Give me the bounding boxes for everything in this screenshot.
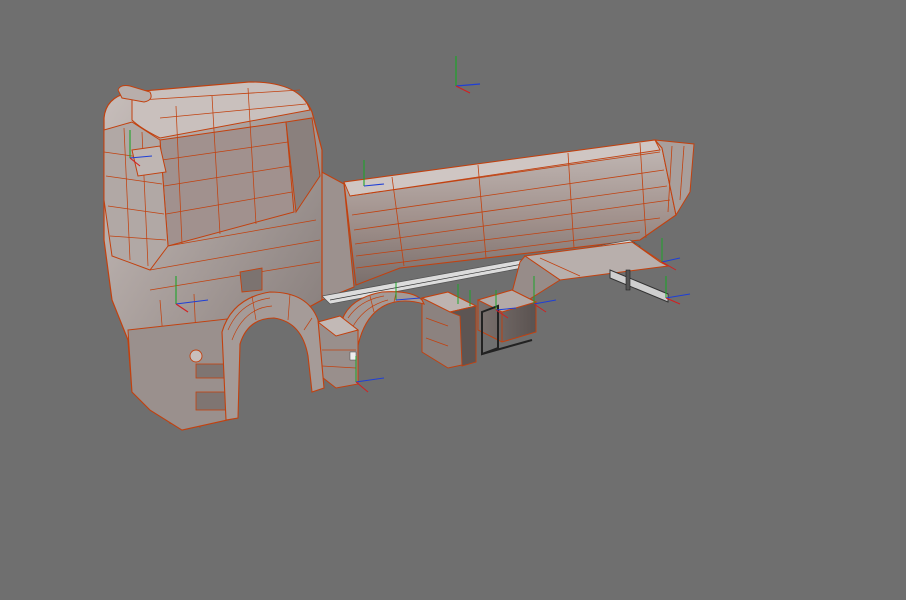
side-box-mesh[interactable] — [420, 291, 478, 369]
rear-axle-gizmo — [661, 238, 691, 305]
dump-bed-mesh[interactable] — [317, 139, 695, 305]
step-box-mesh[interactable] — [316, 315, 360, 389]
front-wheel-arch-mesh[interactable] — [221, 291, 325, 421]
cab-mesh[interactable] — [103, 81, 323, 431]
viewport-canvas[interactable] — [0, 0, 906, 600]
rear-light-bar-mesh[interactable] — [609, 269, 669, 303]
tank-box-mesh[interactable] — [476, 289, 538, 356]
world-axis-gizmo — [455, 56, 481, 94]
3d-viewport[interactable] — [0, 0, 906, 600]
step-box-gizmo — [355, 356, 385, 393]
